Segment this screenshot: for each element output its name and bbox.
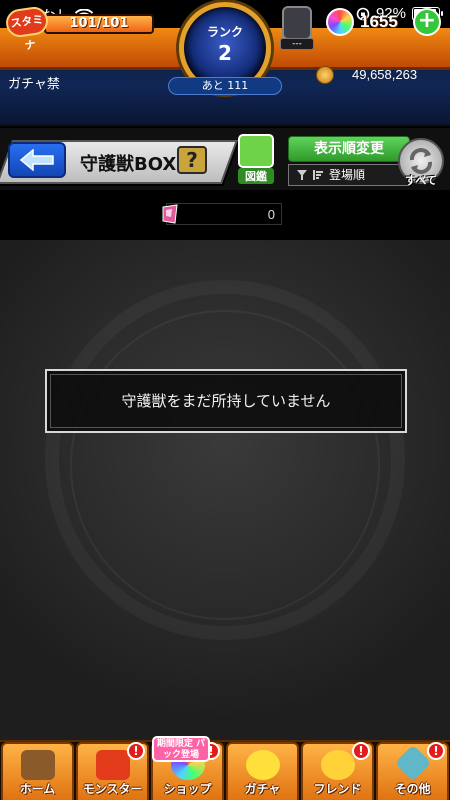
gold-coin-icon <box>316 66 334 84</box>
nav-other[interactable]: その他 ! <box>376 742 449 800</box>
sort-order-button[interactable]: 表示順変更 <box>288 136 410 162</box>
bottom-nav: ホーム モンスター ! ショップ ! ガチャ フレンド ! その他 ! <box>0 740 450 800</box>
sort-value: 登場順 <box>329 168 366 182</box>
page-title: 守護獣BOX <box>80 154 177 175</box>
shop-promo-badge: 期間限定 パック登場 <box>152 736 210 762</box>
stamina-value: 101/101 <box>69 16 129 31</box>
nav-friend[interactable]: フレンド ! <box>301 742 374 800</box>
rank-next-exp: あと 111 <box>168 77 282 95</box>
nav-label: ホーム <box>19 782 56 796</box>
owned-count-bar: 0 <box>166 203 282 225</box>
alert-badge: ! <box>127 742 145 760</box>
sort-icon <box>313 170 323 180</box>
empty-message: 守護獣をまだ所持していません <box>45 369 407 433</box>
gem-icon <box>162 204 178 224</box>
zukan-button[interactable]: 図鑑 <box>236 134 278 184</box>
owned-count: 0 <box>267 207 275 222</box>
item-count: --- <box>280 38 314 50</box>
nav-gacha[interactable]: ガチャ <box>226 742 299 800</box>
all-label: すべて <box>405 174 437 187</box>
gacha-ban-label: ガチャ禁 <box>8 77 60 92</box>
nav-label: ガチャ <box>244 782 281 796</box>
rank-value: 2 <box>218 41 232 65</box>
other-icon <box>394 744 431 782</box>
nav-label: モンスター <box>82 782 143 796</box>
rank-label: ランク <box>206 25 243 39</box>
alert-badge: ! <box>427 742 445 760</box>
gold-value: 49,658,263 <box>352 67 418 82</box>
alert-badge: ! <box>352 742 370 760</box>
nav-label: その他 <box>394 782 431 796</box>
zukan-label: 図鑑 <box>238 168 274 184</box>
orb-count: 1655 <box>360 12 398 31</box>
zukan-card-icon <box>238 134 274 168</box>
add-orb-button[interactable]: + <box>413 8 441 36</box>
help-button[interactable]: ? <box>177 146 207 174</box>
gacha-egg-icon <box>245 750 280 780</box>
nav-label: フレンド <box>313 782 362 796</box>
item-slot[interactable] <box>282 6 312 40</box>
main-area <box>0 240 450 740</box>
back-button[interactable] <box>8 142 66 178</box>
nav-home[interactable]: ホーム <box>1 742 74 800</box>
filter-icon <box>297 170 307 180</box>
nav-label: ショップ <box>163 782 212 796</box>
monster-icon <box>95 750 130 780</box>
home-icon <box>20 750 55 780</box>
orb-icon <box>326 8 354 36</box>
friend-icon <box>320 750 355 780</box>
emblem-inner-decoration <box>70 310 380 620</box>
back-arrow-icon <box>19 149 54 171</box>
sort-select[interactable]: 登場順 <box>288 164 410 186</box>
nav-monster[interactable]: モンスター ! <box>76 742 149 800</box>
